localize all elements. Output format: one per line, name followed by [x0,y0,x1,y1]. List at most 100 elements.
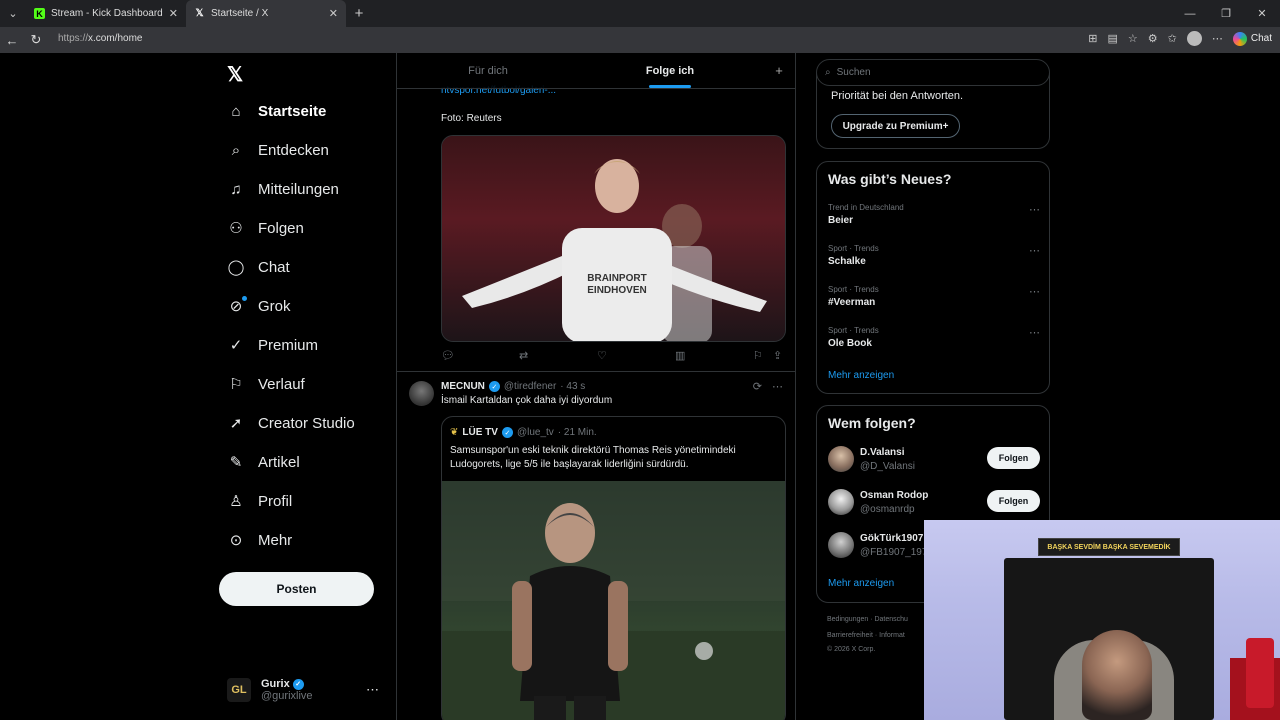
tweet-text: İsmail Kartaldan çok daha iyi diyordum [441,395,613,406]
verified-badge-icon: ✓ [501,427,513,438]
more-icon: ⊙ [229,532,243,549]
trend-item[interactable]: Sport · Trends Schalke ⋯ [828,244,1040,267]
account-more-icon[interactable]: ⋯ [366,682,379,698]
nav-item-profile[interactable]: ♙ Profil [227,492,292,511]
account-avatar: GL [227,678,251,702]
follow-suggestion[interactable]: D.Valansi @D_Valansi Folgen [828,446,1040,476]
nav-item-home[interactable]: ⌂ Startseite [227,102,326,120]
new-tab-button[interactable]: + [346,0,372,27]
trend-name: #Veerman [828,297,876,308]
minimize-button[interactable]: — [1172,0,1208,27]
tweet-header-icons: ⟳ ⋯ [753,380,783,393]
follow-button[interactable]: Folgen [987,447,1040,469]
nav-label: Creator Studio [258,414,355,432]
footer-links[interactable]: Bedingungen · Datenschu [827,616,908,623]
nav-item-follow[interactable]: ⚇ Folgen [227,219,304,238]
add-feed-icon[interactable]: + [761,53,795,88]
who-to-follow-title: Wem folgen? [828,415,916,431]
trend-more-icon[interactable]: ⋯ [1029,244,1040,257]
tweet-divider [397,371,795,372]
trend-more-icon[interactable]: ⋯ [1029,203,1040,216]
tab-close-icon[interactable]: ✕ [329,7,338,20]
account-switcher[interactable]: GL Gurix ✓ @gurixlive ⋯ [227,672,387,708]
nav-label: Artikel [258,453,300,471]
follow-suggestion[interactable]: Osman Rodop @osmanrdp Folgen [828,489,1040,519]
url-field[interactable]: https://x.com/home [58,33,142,44]
nav-label: Folgen [258,219,304,237]
show-more-suggestions-link[interactable]: Mehr anzeigen [828,578,894,589]
browser-tab-kick[interactable]: K Stream - Kick Dashboard ✕ [26,0,186,27]
tweet-author-avatar[interactable] [409,381,434,406]
tweet-more-icon[interactable]: ⋯ [772,380,783,393]
suggestion-name: GökTürk1907 [860,533,924,544]
like-icon[interactable]: ♡ [597,349,675,362]
quote-time: · 21 Min. [557,427,597,438]
tweet-author-handle[interactable]: @tiredfener [504,381,556,392]
quoted-tweet[interactable]: ❦ LÜE TV ✓ @lue_tv · 21 Min. Samsunspor'… [441,416,786,720]
browser-tab-x[interactable]: 𝕏 Startseite / X ✕ [186,0,346,27]
nav-item-creator-studio[interactable]: ➚ Creator Studio [227,414,355,433]
nav-item-more[interactable]: ⊙ Mehr [227,531,293,550]
trend-more-icon[interactable]: ⋯ [1029,285,1040,298]
tweet-media-image[interactable]: BRAINPORT EINDHOVEN [441,135,786,342]
profile-avatar[interactable] [1186,31,1202,46]
chat-icon: ◯ [227,259,245,276]
reload-button[interactable]: ↻ [24,32,48,48]
favorites-icon[interactable]: ✩ [1168,32,1177,45]
reader-mode-icon[interactable]: ▤ [1108,32,1118,45]
extensions-icon[interactable]: ⚙ [1148,32,1158,45]
tab-search-button[interactable]: ⌄ [0,0,26,27]
nav-label: Mehr [258,531,293,549]
suggestion-avatar [828,446,854,472]
reply-icon[interactable]: 💬︎ [441,349,519,362]
url-host: x.com/home [88,33,143,44]
back-button[interactable]: ← [0,33,24,48]
tab-following[interactable]: Folge ich [579,53,761,88]
upgrade-premium-button[interactable]: Upgrade zu Premium+ [831,114,960,138]
tab-close-icon[interactable]: ✕ [169,7,178,20]
post-button[interactable]: Posten [219,572,374,606]
nav-item-articles[interactable]: ✎ Artikel [227,453,300,472]
browser-menu-icon[interactable]: ⋯ [1212,32,1223,45]
account-info: Gurix ✓ @gurixlive [261,678,313,702]
quote-header: ❦ LÜE TV ✓ @lue_tv · 21 Min. [450,427,597,438]
nav-item-chat[interactable]: ◯ Chat [227,258,290,277]
tweet-time[interactable]: · 43 s [560,381,585,392]
search-icon: ⌕ [825,67,831,78]
follow-button[interactable]: Folgen [987,490,1040,512]
nav-item-grok[interactable]: ⊘ Grok [227,296,291,315]
nav-item-bookmarks[interactable]: ⚐ Verlauf [227,375,304,394]
window-controls: — ❐ ✕ [1172,0,1280,27]
restore-button[interactable]: ❐ [1208,0,1244,27]
search-input[interactable]: ⌕ Suchen [816,59,1050,86]
tweet-actions: 💬︎ ⇄ ♡ ▥ ⚐ ⇪ [441,349,786,362]
footer-links[interactable]: Barrierefreiheit · Informat [827,632,905,639]
copilot-chat-button[interactable]: Chat [1232,31,1272,46]
show-more-trends-link[interactable]: Mehr anzeigen [828,370,894,381]
verified-badge-icon: ✓ [292,678,304,690]
retweet-icon[interactable]: ⇄ [519,349,597,362]
copilot-icon [1232,31,1247,46]
share-icon[interactable]: ⇪ [773,349,782,362]
x-logo-icon[interactable]: 𝕏 [227,62,245,86]
trend-item[interactable]: Trend in Deutschland Beier ⋯ [828,203,1040,226]
trend-item[interactable]: Sport · Trends Ole Book ⋯ [828,326,1040,349]
grok-explain-icon[interactable]: ⟳ [753,380,762,393]
favorite-star-icon[interactable]: ☆ [1128,32,1138,45]
nav-item-notifications[interactable]: ♫ Mitteilungen [227,180,339,198]
suggestion-handle: @FB1907_1974 [860,547,933,558]
close-window-button[interactable]: ✕ [1244,0,1280,27]
nav-item-explore[interactable]: ⌕ Entdecken [227,141,329,159]
nav-item-premium[interactable]: ✓ Premium [227,336,318,355]
bookmark-icon[interactable]: ⚐ [753,349,773,362]
quote-media-image[interactable] [442,481,785,720]
app-available-icon[interactable]: ⊞ [1088,32,1097,45]
tweet-author-name[interactable]: MECNUN [441,381,485,392]
grok-badge [242,296,247,301]
coach-photo [442,481,785,720]
trend-more-icon[interactable]: ⋯ [1029,326,1040,339]
trend-item[interactable]: Sport · Trends #Veerman ⋯ [828,285,1040,308]
suggestion-handle: @D_Valansi [860,461,915,472]
tab-for-you[interactable]: Für dich [397,53,579,88]
views-icon[interactable]: ▥ [675,349,753,362]
